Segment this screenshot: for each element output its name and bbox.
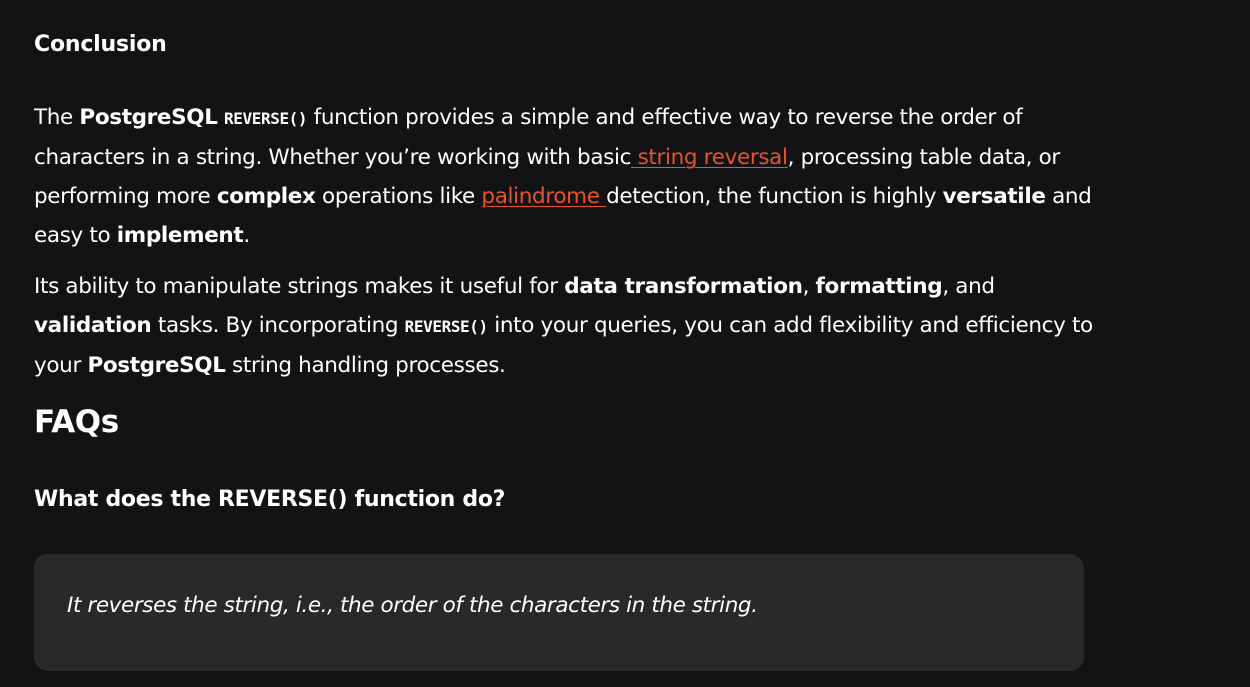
bold-text: PostgreSQL xyxy=(87,353,226,378)
text-span: Its ability to manipulate strings makes … xyxy=(34,274,565,299)
faq-answer-box: It reverses the string, i.e., the order … xyxy=(34,554,1084,671)
text-span: detection, the function is highly xyxy=(606,184,943,209)
conclusion-paragraph-1: The PostgreSQL REVERSE() function provid… xyxy=(34,98,1094,255)
bold-text: versatile xyxy=(942,184,1046,209)
bold-text: validation xyxy=(34,313,152,338)
conclusion-heading: Conclusion xyxy=(34,32,167,57)
bold-text: formatting xyxy=(815,274,943,299)
link-palindrome[interactable]: palindrome xyxy=(481,184,606,209)
text-span: , xyxy=(802,274,816,299)
text-span: operations like xyxy=(315,184,482,209)
text-span: The xyxy=(34,105,80,130)
inline-code: REVERSE() xyxy=(224,109,308,128)
link-string-reversal[interactable]: string reversal xyxy=(631,145,788,170)
bold-text: implement xyxy=(116,223,244,248)
faq-answer: It reverses the string, i.e., the order … xyxy=(67,593,758,618)
text-span: string handling processes. xyxy=(225,353,506,378)
bold-text: data transformation xyxy=(564,274,803,299)
inline-code: REVERSE() xyxy=(404,317,489,336)
text-span: , and xyxy=(942,274,995,299)
conclusion-paragraph-2: Its ability to manipulate strings makes … xyxy=(34,267,1094,385)
text-span: tasks. By incorporating xyxy=(151,313,405,338)
faqs-heading: FAQs xyxy=(34,404,119,440)
bold-text: PostgreSQL xyxy=(79,105,218,130)
bold-text: complex xyxy=(216,184,316,209)
faq-question: What does the REVERSE() function do? xyxy=(34,487,506,512)
text-span: . xyxy=(243,223,250,248)
